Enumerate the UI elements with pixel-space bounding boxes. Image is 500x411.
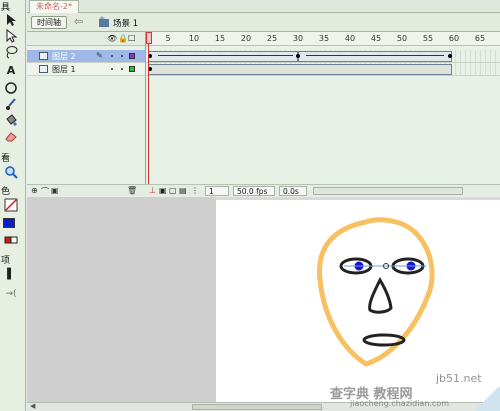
visible-dot[interactable]	[111, 55, 113, 57]
scene-icon	[98, 16, 110, 28]
timeline-status-bar: ⊥ ▣ ▢ ▤ ⋮ 1 50.0 fps 0.0s	[145, 184, 500, 196]
playhead-handle[interactable]	[146, 32, 152, 44]
center-frame-icon[interactable]: ⊥	[149, 186, 156, 195]
add-layer-icon[interactable]: ⊕	[31, 186, 38, 195]
tween-arrow	[306, 55, 444, 56]
timeline-panel: 👁 🔒 □ 图层 2 ✎ 图层 1 ⊕ ⌒ ▣ 🗑 5 10 15 20 25 …	[27, 32, 500, 196]
text-icon[interactable]: A	[2, 62, 20, 78]
ruler-num: 15	[214, 34, 226, 43]
static-span[interactable]	[148, 64, 452, 75]
lasso-icon[interactable]	[2, 44, 20, 60]
lock-icon[interactable]: 🔒	[118, 34, 128, 43]
layer-name: 图层 1	[52, 65, 76, 74]
current-frame: 1	[205, 186, 229, 196]
eraser-icon[interactable]	[2, 128, 20, 144]
ruler-num: 45	[370, 34, 382, 43]
frame-rate[interactable]: 50.0 fps	[233, 186, 275, 196]
pasteboard	[27, 197, 216, 402]
add-folder-icon[interactable]: ▣	[51, 186, 59, 195]
ruler-num: 65	[474, 34, 486, 43]
snap-icon[interactable]: ▌	[2, 266, 20, 282]
color-caption: 色	[1, 187, 11, 197]
ruler-num: 55	[422, 34, 434, 43]
zoom-icon[interactable]	[2, 164, 20, 180]
layer-row-2[interactable]: 图层 2 ✎	[27, 50, 145, 63]
arrow-select-icon[interactable]	[2, 12, 20, 28]
keyframe[interactable]	[448, 54, 452, 58]
scroll-thumb[interactable]	[192, 404, 322, 410]
view-caption: 看	[1, 154, 11, 164]
paint-bucket-icon[interactable]	[2, 112, 20, 128]
layer-icon	[39, 52, 48, 60]
ruler-num: 25	[266, 34, 278, 43]
subselect-icon[interactable]	[2, 28, 20, 44]
frame-ruler[interactable]: 5 10 15 20 25 30 35 40 45 50 55 60 65	[146, 32, 500, 46]
layer-color-box[interactable]	[129, 53, 135, 59]
edit-bar: 时间轴 ⇦ 场景 1	[27, 13, 500, 32]
add-guide-icon[interactable]: ⌒	[41, 186, 49, 197]
watermark-brand: jb51.net	[436, 372, 482, 385]
layer-icon	[39, 65, 48, 73]
pencil-icon: ✎	[96, 51, 103, 60]
ruler-num: 50	[396, 34, 408, 43]
fill-color-icon[interactable]	[3, 218, 15, 228]
delete-layer-icon[interactable]: 🗑	[127, 186, 137, 195]
onion-markers-icon[interactable]: ⋮	[191, 186, 199, 195]
tween-span[interactable]	[148, 51, 298, 62]
layer-header: 👁 🔒 □	[27, 32, 145, 46]
outline-icon[interactable]: □	[128, 33, 136, 42]
edit-multiple-icon[interactable]: ▤	[179, 186, 187, 195]
timeline-hscroll[interactable]	[313, 187, 463, 195]
straighten-icon[interactable]: →(	[2, 286, 20, 302]
frame-row-layer-2[interactable]	[146, 50, 500, 63]
tween-span[interactable]	[298, 51, 452, 62]
scroll-left-icon[interactable]: ◀	[30, 402, 35, 410]
options-caption: 项	[1, 256, 11, 266]
ruler-num: 40	[344, 34, 356, 43]
visible-dot[interactable]	[111, 68, 113, 70]
ruler-num: 10	[188, 34, 200, 43]
tools-panel: 具 A 看 色 项 ▌ →(	[0, 0, 26, 411]
stroke-color-icon[interactable]	[2, 197, 20, 213]
tween-arrow	[158, 55, 293, 56]
ruler-num: 30	[292, 34, 304, 43]
ruler-num: 5	[165, 34, 171, 43]
onion-outline-icon[interactable]: ▢	[169, 186, 177, 195]
layer-color-box[interactable]	[129, 66, 135, 72]
ruler-num: 60	[448, 34, 460, 43]
playhead[interactable]	[146, 32, 152, 184]
watermark-site: jiaocheng.chazidian.com	[350, 399, 450, 408]
oval-icon[interactable]	[2, 80, 20, 96]
document-window: 未命名-2* 时间轴 ⇦ 场景 1 👁 🔒 □ 图层 2 ✎ 图层 1 ⊕ ⌒ …	[27, 0, 500, 411]
lock-dot[interactable]	[121, 55, 123, 57]
layer-row-1[interactable]: 图层 1	[27, 63, 145, 76]
frames-area[interactable]: 5 10 15 20 25 30 35 40 45 50 55 60 65	[145, 32, 500, 184]
ruler-num: 20	[240, 34, 252, 43]
onion-skin-icon[interactable]: ▣	[159, 186, 167, 195]
stage-area: ◀	[27, 197, 500, 411]
layer-footer: ⊕ ⌒ ▣ 🗑	[27, 184, 145, 196]
eye-icon[interactable]: 👁	[107, 34, 117, 43]
keyframe[interactable]	[296, 54, 300, 58]
swap-colors-icon[interactable]	[2, 232, 20, 248]
document-tab-bar: 未命名-2*	[27, 0, 500, 13]
ruler-num: 35	[318, 34, 330, 43]
frame-row-layer-1[interactable]	[146, 63, 500, 76]
scene-label: 场景 1	[113, 19, 139, 29]
back-arrow-icon[interactable]: ⇦	[74, 15, 83, 28]
layer-name: 图层 2	[52, 52, 76, 61]
document-tab[interactable]: 未命名-2*	[29, 0, 79, 13]
lock-dot[interactable]	[121, 68, 123, 70]
timeline-toggle-button[interactable]: 时间轴	[31, 16, 67, 29]
watermark-corner	[472, 387, 500, 411]
brush-icon[interactable]	[2, 96, 20, 112]
elapsed-time: 0.0s	[279, 186, 307, 196]
